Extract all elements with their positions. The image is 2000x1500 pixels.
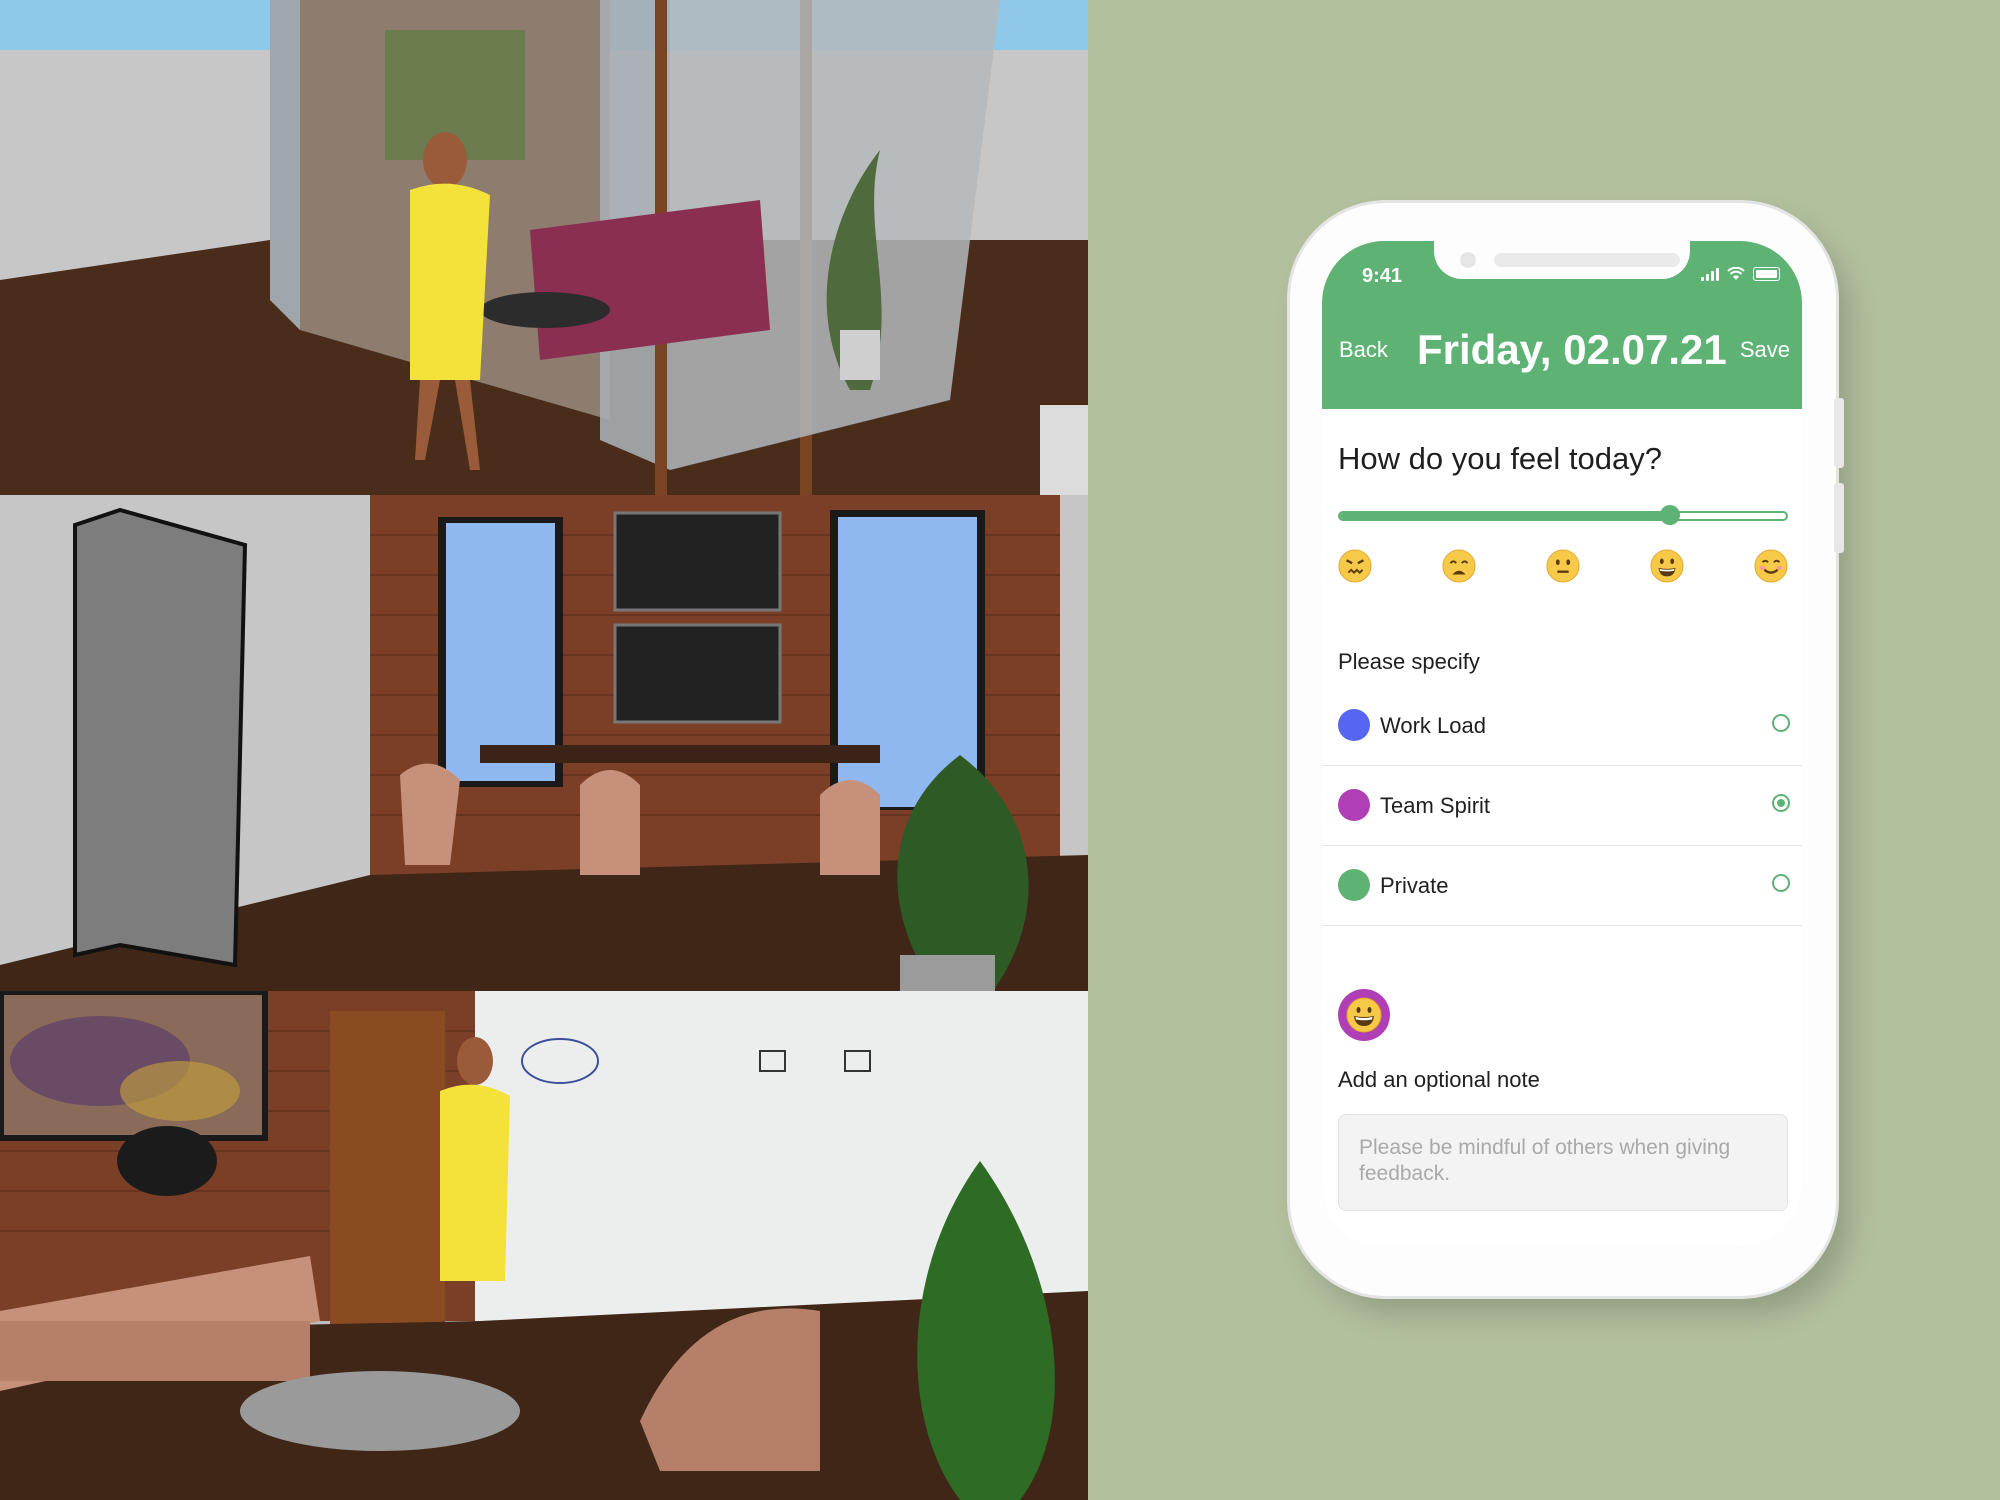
grinning-face-icon <box>1346 997 1382 1033</box>
mood-slider-thumb[interactable] <box>1660 505 1681 525</box>
phone-side-button <box>1834 483 1844 553</box>
mood-options <box>1338 549 1798 589</box>
page-title: Friday, 02.07.21 <box>1417 326 1727 373</box>
selected-mood-badge <box>1338 989 1390 1041</box>
app-screen: 9:41 Back Friday, 02.07.21 Save How do y… <box>1322 241 1802 1246</box>
mood-question: How do you feel today? <box>1338 441 1662 476</box>
category-label: Work Load <box>1380 713 1486 738</box>
office-illustrations <box>0 0 1088 1500</box>
category-color-dot <box>1338 709 1370 741</box>
category-list: Work Load Team Spirit Private <box>1322 686 1802 926</box>
smiling-face-icon[interactable] <box>1754 549 1788 583</box>
category-row-team-spirit[interactable]: Team Spirit <box>1322 766 1802 846</box>
category-color-dot <box>1338 789 1370 821</box>
speaker-grille <box>1494 253 1680 267</box>
status-icons <box>1701 267 1780 281</box>
neutral-face-icon[interactable] <box>1546 549 1580 583</box>
office-scene-lounge <box>0 991 1088 1500</box>
wifi-icon <box>1727 267 1745 280</box>
category-row-work-load[interactable]: Work Load <box>1322 686 1802 766</box>
note-input[interactable]: Please be mindful of others when giving … <box>1338 1114 1788 1211</box>
status-time: 9:41 <box>1362 265 1403 287</box>
note-label: Add an optional note <box>1338 1067 1540 1092</box>
specify-heading: Please specify <box>1338 649 1480 674</box>
category-row-private[interactable]: Private <box>1322 846 1802 926</box>
angry-face-icon[interactable] <box>1338 549 1372 583</box>
mood-slider[interactable] <box>1338 505 1788 525</box>
cellular-signal-icon <box>1701 267 1719 281</box>
front-camera <box>1460 252 1476 268</box>
office-scene-meeting-room <box>0 495 1088 991</box>
private-radio[interactable] <box>1772 874 1790 892</box>
weary-face-icon[interactable] <box>1442 549 1476 583</box>
phone-side-button <box>1834 398 1844 468</box>
office-scene-phone-booth <box>0 0 1088 495</box>
grinning-face-icon[interactable] <box>1650 549 1684 583</box>
save-button[interactable]: Save <box>1740 337 1790 363</box>
mood-slider-fill <box>1340 513 1671 519</box>
phone-notch <box>1434 241 1690 279</box>
battery-icon <box>1753 267 1780 281</box>
phone-mockup: 9:41 Back Friday, 02.07.21 Save How do y… <box>1290 203 1844 1296</box>
team-spirit-radio[interactable] <box>1772 794 1790 812</box>
category-label: Private <box>1380 873 1449 898</box>
work-load-radio[interactable] <box>1772 714 1790 732</box>
category-label: Team Spirit <box>1380 793 1491 818</box>
back-button[interactable]: Back <box>1339 337 1388 363</box>
category-color-dot <box>1338 869 1370 901</box>
